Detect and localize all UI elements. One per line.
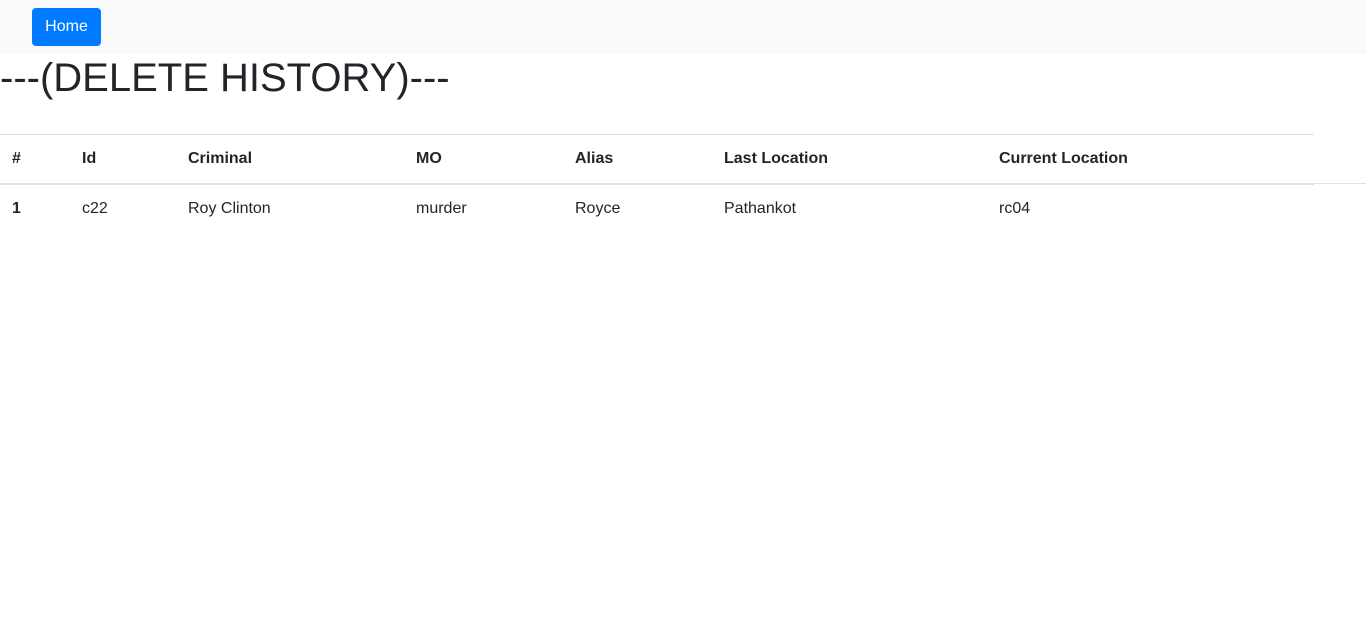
criminal-cell: Roy Clinton (188, 199, 271, 217)
id-cell: c22 (82, 199, 108, 217)
column-header-id: Id (70, 134, 176, 185)
last-location-cell: Pathankot (724, 199, 797, 217)
page-title: ---(DELETE HISTORY)--- (0, 56, 450, 100)
alias-cell: Royce (575, 199, 621, 217)
table-header-row: # Id Criminal MO Alias Last Location Cur… (0, 134, 1314, 185)
column-header-number: # (0, 134, 70, 185)
home-button[interactable]: Home (32, 8, 101, 46)
table-row: 1 c22 Roy Clinton murder Royce Pathankot… (0, 184, 1314, 233)
delete-history-table: # Id Criminal MO Alias Last Location Cur… (0, 134, 1314, 233)
delete-history-table-wrapper: # Id Criminal MO Alias Last Location Cur… (0, 134, 1314, 233)
current-location-cell: rc04 (999, 199, 1031, 217)
table-header: # Id Criminal MO Alias Last Location Cur… (0, 134, 1314, 185)
column-header-current-location: Current Location (987, 134, 1314, 185)
column-header-criminal: Criminal (176, 134, 404, 185)
column-header-mo: MO (404, 134, 563, 185)
table-body: 1 c22 Roy Clinton murder Royce Pathankot… (0, 184, 1314, 233)
column-header-alias: Alias (563, 134, 712, 185)
row-number-cell: 1 (12, 199, 21, 217)
column-header-last-location: Last Location (712, 134, 987, 185)
header-divider (1314, 183, 1366, 184)
navbar: Home (0, 0, 1366, 54)
mo-cell: murder (416, 199, 467, 217)
